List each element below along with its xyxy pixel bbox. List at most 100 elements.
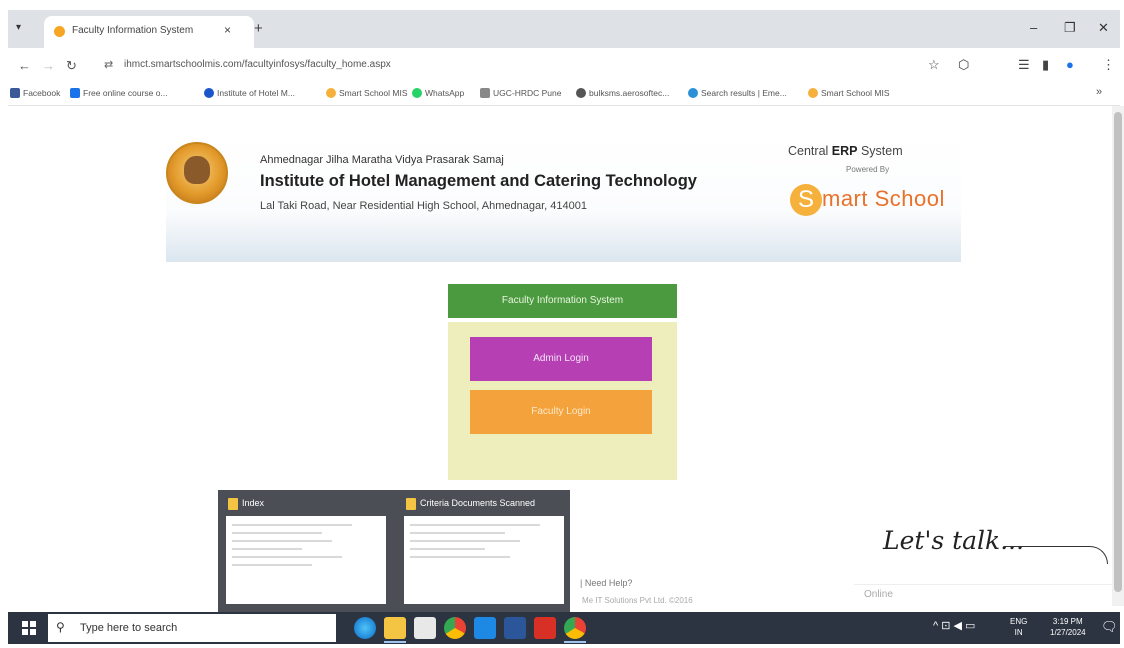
active-indicator bbox=[384, 641, 406, 643]
bookmarks-overflow-icon[interactable]: » bbox=[1096, 86, 1102, 98]
bookmark-item[interactable]: Free online course o... bbox=[70, 88, 168, 98]
chat-swash-decoration bbox=[1004, 546, 1108, 564]
bookmark-label: Smart School MIS bbox=[821, 88, 890, 98]
tab-search-chevron-icon[interactable]: ▾ bbox=[16, 22, 21, 33]
bookmark-label: Search results | Eme... bbox=[701, 88, 787, 98]
bookmark-star-icon[interactable]: ☆ bbox=[928, 57, 940, 73]
bookmark-item[interactable]: bulksms.aerosoftec... bbox=[576, 88, 669, 98]
faculty-info-system-heading: Faculty Information System bbox=[448, 284, 677, 318]
search-icon: ⚲ bbox=[56, 620, 65, 634]
site-info-icon[interactable]: ⇄ bbox=[104, 58, 113, 71]
system-clock[interactable]: 3:19 PM 1/27/2024 bbox=[1050, 616, 1086, 638]
preview-title: Index bbox=[242, 498, 265, 508]
store-icon[interactable] bbox=[414, 617, 436, 639]
bookmark-item[interactable]: WhatsApp bbox=[412, 88, 464, 98]
bookmarks-bar: Facebook Free online course o... Institu… bbox=[8, 84, 1120, 106]
notification-icon[interactable]: 🗨 bbox=[1101, 619, 1118, 635]
minimize-icon[interactable]: – bbox=[1030, 20, 1037, 35]
admin-login-button[interactable]: Admin Login bbox=[470, 337, 652, 381]
globe-icon bbox=[576, 88, 586, 98]
chat-status-bar[interactable]: Online bbox=[854, 584, 1112, 606]
erp-suffix: System bbox=[857, 144, 903, 158]
tab-favicon-icon bbox=[54, 26, 65, 37]
browser-menu-icon[interactable]: ⋮ bbox=[1102, 57, 1115, 73]
edge-icon[interactable] bbox=[354, 617, 376, 639]
file-explorer-icon[interactable] bbox=[384, 617, 406, 639]
preview-thumbnail bbox=[226, 516, 386, 604]
mail-icon[interactable] bbox=[474, 617, 496, 639]
copyright-text: Me IT Solutions Pvt Ltd. ©2016 bbox=[582, 596, 693, 605]
browser-tab[interactable]: Faculty Information System × bbox=[44, 16, 254, 48]
acrobat-icon[interactable] bbox=[534, 617, 556, 639]
windows-start-icon[interactable] bbox=[22, 621, 36, 635]
reload-icon[interactable]: ↻ bbox=[66, 58, 77, 74]
system-tray-icons[interactable]: ^ ⊡ ◀ ▭ bbox=[933, 619, 975, 632]
restore-icon[interactable]: ❐ bbox=[1064, 20, 1076, 36]
organization-name: Ahmednagar Jilha Maratha Vidya Prasarak … bbox=[260, 154, 504, 166]
preview-window-index[interactable]: Index bbox=[220, 490, 390, 612]
bookmark-label: Smart School MIS bbox=[339, 88, 408, 98]
taskbar-search-box[interactable]: ⚲ Type here to search bbox=[48, 614, 336, 642]
bookmark-label: Institute of Hotel M... bbox=[217, 88, 295, 98]
course-site-icon bbox=[70, 88, 80, 98]
erp-title: Central ERP System bbox=[788, 144, 903, 158]
brand-wordmark: mart School bbox=[822, 186, 945, 211]
reading-list-icon[interactable]: ☰ bbox=[1018, 57, 1030, 73]
institute-address: Lal Taki Road, Near Residential High Sch… bbox=[260, 200, 587, 212]
smart-school-icon bbox=[326, 88, 336, 98]
clock-date: 1/27/2024 bbox=[1050, 628, 1086, 637]
smart-school-icon bbox=[808, 88, 818, 98]
lets-talk-chat-widget[interactable]: Let's talk... bbox=[883, 526, 1024, 555]
back-icon[interactable]: ← bbox=[18, 58, 31, 73]
lang-code: ENG bbox=[1010, 617, 1028, 626]
erp-bold: ERP bbox=[831, 144, 858, 158]
screen: ▾ Faculty Information System × + – ❐ ✕ ←… bbox=[0, 0, 1124, 648]
facebook-icon bbox=[10, 88, 20, 98]
forward-icon[interactable]: → bbox=[42, 58, 55, 73]
windows-taskbar: ⚲ Type here to search ^ ⊡ ◀ ▭ ENG IN 3:19… bbox=[8, 612, 1120, 644]
bookmark-item[interactable]: UGC-HRDC Pune bbox=[480, 88, 562, 98]
need-help-link[interactable]: | Need Help? bbox=[580, 578, 632, 588]
browser-toolbar: ← → ↻ ⇄ ihmct.smartschoolmis.com/faculty… bbox=[8, 48, 1120, 84]
brand-s-mark: S bbox=[790, 184, 822, 216]
erp-prefix: Central bbox=[788, 144, 832, 158]
bookmark-label: WhatsApp bbox=[425, 88, 465, 98]
word-icon[interactable] bbox=[504, 617, 526, 639]
chrome-icon[interactable] bbox=[444, 617, 466, 639]
bookmark-item[interactable]: Smart School MIS bbox=[808, 88, 890, 98]
address-bar[interactable]: ⇄ ihmct.smartschoolmis.com/facultyinfosy… bbox=[96, 53, 916, 79]
tab-title: Faculty Information System bbox=[72, 25, 194, 36]
ugc-site-icon bbox=[480, 88, 490, 98]
tab-close-icon[interactable]: × bbox=[224, 23, 231, 37]
language-indicator[interactable]: ENG IN bbox=[1010, 616, 1027, 638]
chrome-profile-icon[interactable] bbox=[564, 617, 586, 639]
scrollbar-thumb[interactable] bbox=[1114, 112, 1122, 592]
powered-by-label: Powered By bbox=[846, 165, 890, 174]
bookmark-item[interactable]: Institute of Hotel M... bbox=[204, 88, 295, 98]
active-indicator bbox=[564, 641, 586, 643]
region-code: IN bbox=[1014, 628, 1023, 637]
bookmark-item[interactable]: Facebook bbox=[10, 88, 60, 98]
window-close-icon[interactable]: ✕ bbox=[1098, 20, 1109, 36]
bookmark-label: Free online course o... bbox=[83, 88, 168, 98]
new-tab-button[interactable]: + bbox=[254, 20, 263, 37]
preview-thumbnail bbox=[404, 516, 564, 604]
profile-icon[interactable]: ● bbox=[1066, 57, 1074, 72]
bookmark-label: Facebook bbox=[23, 88, 61, 98]
bookmark-label: UGC-HRDC Pune bbox=[493, 88, 562, 98]
institute-site-icon bbox=[204, 88, 214, 98]
faculty-login-button[interactable]: Faculty Login bbox=[470, 390, 652, 434]
taskbar-preview-popup: Index Criteria Documents Scanned bbox=[218, 490, 570, 612]
search-placeholder: Type here to search bbox=[80, 622, 178, 634]
side-panel-icon[interactable]: ▮ bbox=[1042, 57, 1049, 73]
preview-window-criteria[interactable]: Criteria Documents Scanned bbox=[398, 490, 568, 612]
url-text[interactable]: ihmct.smartschoolmis.com/facultyinfosys/… bbox=[124, 59, 391, 70]
clock-time: 3:19 PM bbox=[1052, 617, 1083, 626]
browser-tab-bar: ▾ Faculty Information System × + – ❐ ✕ bbox=[8, 10, 1120, 48]
whatsapp-icon bbox=[412, 88, 422, 98]
bookmark-item[interactable]: Smart School MIS bbox=[326, 88, 408, 98]
chat-status-text: Online bbox=[864, 589, 893, 600]
extensions-icon[interactable]: ⬡ bbox=[958, 57, 969, 73]
bookmark-item[interactable]: Search results | Eme... bbox=[688, 88, 787, 98]
folder-icon bbox=[406, 498, 416, 510]
